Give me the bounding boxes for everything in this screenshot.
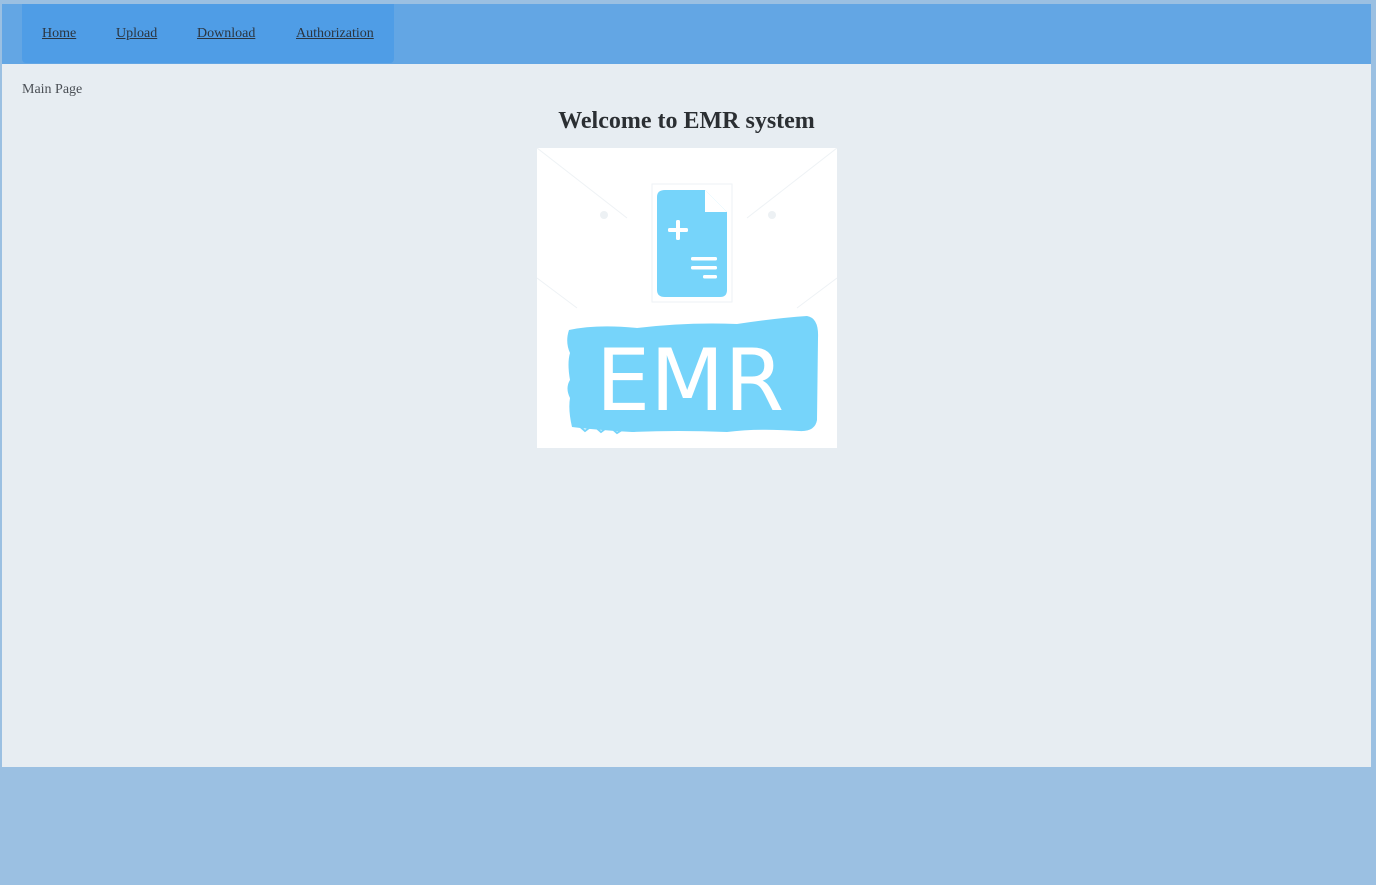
emr-logo: EMR: [537, 148, 837, 448]
top-navigation-bar: Home Upload Download Authorization: [2, 4, 1371, 64]
logo-text: EMR: [596, 331, 784, 431]
nav-link-upload[interactable]: Upload: [116, 26, 157, 42]
nav-link-home[interactable]: Home: [42, 26, 76, 42]
nav-link-download[interactable]: Download: [197, 26, 255, 42]
breadcrumb: Main Page: [22, 82, 83, 97]
nav-link-authorization[interactable]: Authorization: [296, 26, 374, 42]
medical-document-plus-icon: [651, 183, 733, 303]
app-frame: Home Upload Download Authorization Main …: [2, 4, 1371, 767]
page-title: Welcome to EMR system: [558, 108, 815, 134]
main-nav: Home Upload Download Authorization: [22, 4, 394, 63]
